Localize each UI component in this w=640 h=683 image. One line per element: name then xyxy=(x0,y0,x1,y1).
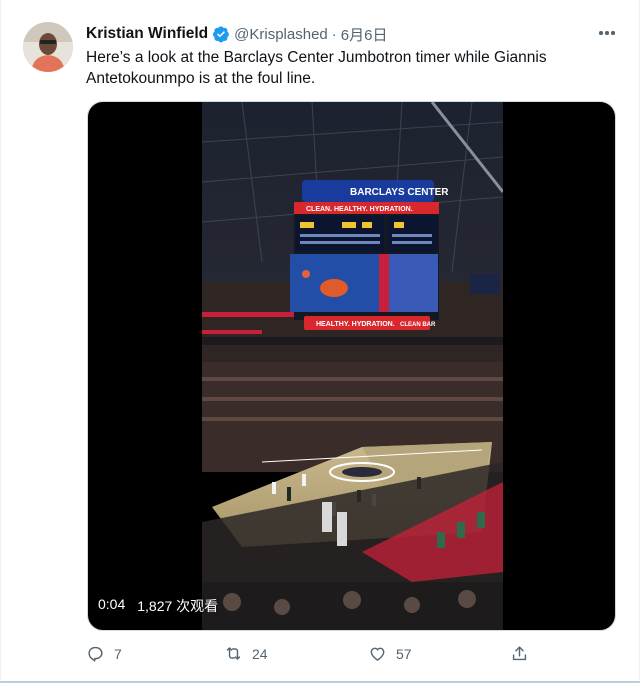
author-handle[interactable]: @Krisplashed xyxy=(234,26,328,43)
tweet-video[interactable]: BARCLAYS CENTER CLEAN. HEALTHY. HYDRATIO… xyxy=(87,101,616,631)
reply-button[interactable]: 7 xyxy=(86,644,122,663)
jumbotron-side-text: CLEAN BAR xyxy=(400,322,436,328)
video-elapsed-time: 0:04 xyxy=(98,596,126,612)
more-dots-icon[interactable] xyxy=(596,24,618,42)
tweet-text: Here’s a look at the Barclays Center Jum… xyxy=(86,49,547,87)
retweet-button[interactable]: 24 xyxy=(224,644,268,663)
reply-count: 7 xyxy=(114,645,122,662)
avatar-image xyxy=(23,22,73,72)
verified-badge-icon xyxy=(213,26,230,43)
like-count: 57 xyxy=(396,645,412,662)
retweet-icon xyxy=(226,647,241,660)
retweet-count: 24 xyxy=(252,645,268,662)
video-overlay: 0:04 1,827 次观看 xyxy=(98,596,218,616)
video-view-count: 1,827 次观看 xyxy=(137,598,219,614)
jumbotron-lower-text: HEALTHY. HYDRATION. xyxy=(316,321,395,328)
tweet-actions: 7 24 57 xyxy=(86,644,546,666)
avatar[interactable] xyxy=(23,22,73,72)
jumbotron-band-text: CLEAN. HEALTHY. HYDRATION. xyxy=(306,206,413,213)
heart-icon xyxy=(370,647,385,661)
jumbotron-top-text: BARCLAYS CENTER xyxy=(350,187,449,198)
separator-dot: · xyxy=(331,25,337,43)
reply-icon xyxy=(88,646,103,662)
video-frame: BARCLAYS CENTER CLEAN. HEALTHY. HYDRATIO… xyxy=(202,102,503,630)
tweet-header: Kristian Winfield @Krisplashed · 6月6日 xyxy=(86,24,387,44)
share-button[interactable] xyxy=(510,644,529,663)
frame-left-border xyxy=(0,0,1,683)
share-icon xyxy=(512,646,527,661)
author-name[interactable]: Kristian Winfield xyxy=(86,25,208,43)
like-button[interactable]: 57 xyxy=(368,644,412,663)
tweet-date[interactable]: 6月6日 xyxy=(341,24,388,45)
